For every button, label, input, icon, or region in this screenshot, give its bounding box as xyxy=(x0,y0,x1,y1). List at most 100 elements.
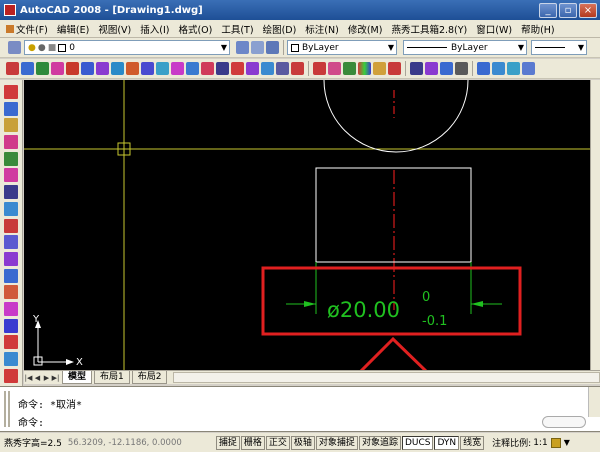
chevron-down-icon[interactable]: ▼ xyxy=(564,438,570,447)
ortho-toggle[interactable]: 正交 xyxy=(265,435,290,450)
menu-modify[interactable]: 修改(M) xyxy=(348,22,383,36)
tool-icon-12[interactable] xyxy=(171,62,184,75)
menu-tools[interactable]: 工具(T) xyxy=(221,22,253,36)
tool-icon-32[interactable] xyxy=(492,62,505,75)
vertical-scrollbar[interactable] xyxy=(590,80,600,370)
tool-icon-13[interactable] xyxy=(186,62,199,75)
tool-icon-30[interactable] xyxy=(455,62,468,75)
tool-icon-1[interactable] xyxy=(6,62,19,75)
prev-tab-icon[interactable]: ◀ xyxy=(33,374,42,382)
tool-icon-4[interactable] xyxy=(51,62,64,75)
ducs-toggle[interactable]: DUCS xyxy=(401,435,434,450)
menu-insert[interactable]: 插入(I) xyxy=(140,22,169,36)
layer-states-icon[interactable] xyxy=(266,41,279,54)
minimize-button[interactable]: _ xyxy=(539,2,557,18)
last-tab-icon[interactable]: ▶| xyxy=(51,374,60,382)
snap-toggle[interactable]: 捕捉 xyxy=(215,435,240,450)
drawing-canvas[interactable]: ø20.00 0 -0.1 Y X xyxy=(24,80,590,370)
tool-icon-31[interactable] xyxy=(477,62,490,75)
tool-icon-l18[interactable] xyxy=(4,368,18,383)
layer-dropdown[interactable]: ● ● ■ 0 ▼ xyxy=(24,40,230,55)
lineweight-toggle[interactable]: 线宽 xyxy=(460,435,485,450)
menu-draw[interactable]: 绘图(D) xyxy=(263,22,297,36)
menu-yanxiu-tools[interactable]: 燕秀工具箱2.8(Y) xyxy=(391,22,467,36)
line-tool-icon[interactable] xyxy=(4,85,18,99)
tab-layout2[interactable]: 布局2 xyxy=(131,371,168,384)
command-prompt[interactable]: 命令: xyxy=(18,414,44,429)
menu-help[interactable]: 帮助(H) xyxy=(521,22,555,36)
tool-icon-5[interactable] xyxy=(66,62,79,75)
tool-icon-19[interactable] xyxy=(276,62,289,75)
first-tab-icon[interactable]: |◀ xyxy=(24,374,33,382)
tool-icon-14[interactable] xyxy=(201,62,214,75)
coordinates-readout[interactable]: 56.3209, -12.1186, 0.0000 xyxy=(68,438,216,448)
tool-icon-18[interactable] xyxy=(261,62,274,75)
layer-manager-icon[interactable] xyxy=(8,41,21,54)
tool-icon-l13[interactable] xyxy=(4,285,18,300)
tool-icon-11[interactable] xyxy=(156,62,169,75)
menu-window[interactable]: 窗口(W) xyxy=(476,22,512,36)
tool-icon-l9[interactable] xyxy=(4,218,18,233)
horizontal-scrollbar[interactable] xyxy=(173,372,600,383)
maximize-button[interactable]: ▫ xyxy=(559,2,577,18)
menu-format[interactable]: 格式(O) xyxy=(178,22,212,36)
tool-icon-2[interactable] xyxy=(21,62,34,75)
tool-icon-26[interactable] xyxy=(388,62,401,75)
command-hscroll[interactable] xyxy=(542,416,586,428)
menu-edit[interactable]: 编辑(E) xyxy=(57,22,89,36)
tool-icon-l7[interactable] xyxy=(4,185,18,200)
menu-dimension[interactable]: 标注(N) xyxy=(305,22,339,36)
command-window[interactable]: 命令: *取消* 命令: xyxy=(0,386,600,432)
close-button[interactable]: × xyxy=(579,2,597,18)
color-palette-icon[interactable] xyxy=(358,62,371,75)
tool-icon-l16[interactable] xyxy=(4,335,18,350)
osnap-toggle[interactable]: 对象捕捉 xyxy=(315,435,358,450)
grid-toggle[interactable]: 栅格 xyxy=(240,435,265,450)
document-icon[interactable] xyxy=(6,24,14,33)
tool-icon-17[interactable] xyxy=(246,62,259,75)
tool-icon-9[interactable] xyxy=(126,62,139,75)
tool-icon-3[interactable] xyxy=(36,62,49,75)
tool-icon-l17[interactable] xyxy=(4,352,18,366)
tool-icon-29[interactable] xyxy=(440,62,453,75)
tool-icon-l14[interactable] xyxy=(4,301,18,316)
tool-icon-l4[interactable] xyxy=(4,135,18,150)
tool-icon-10[interactable] xyxy=(141,62,154,75)
otrack-toggle[interactable]: 对象追踪 xyxy=(358,435,401,450)
tool-icon-6[interactable] xyxy=(81,62,94,75)
tab-model[interactable]: 模型 xyxy=(62,371,93,384)
dyn-toggle[interactable]: DYN xyxy=(434,435,460,450)
tool-icon-21[interactable] xyxy=(313,62,326,75)
linetype-dropdown[interactable]: ByLayer ▼ xyxy=(403,40,527,55)
tool-icon-20[interactable] xyxy=(291,62,304,75)
tool-icon-34[interactable] xyxy=(522,62,535,75)
tool-icon-l10[interactable] xyxy=(4,235,18,250)
annotation-scale-value[interactable]: 1:1 xyxy=(533,438,547,448)
tool-icon-28[interactable] xyxy=(425,62,438,75)
tool-icon-l15[interactable] xyxy=(4,318,18,333)
tool-icon-25[interactable] xyxy=(373,62,386,75)
tool-icon-l5[interactable] xyxy=(4,151,18,166)
menu-view[interactable]: 视图(V) xyxy=(98,22,131,36)
annotation-visibility-icon[interactable] xyxy=(550,437,561,448)
tool-icon-l2[interactable] xyxy=(4,101,18,116)
tool-icon-l3[interactable] xyxy=(4,118,18,133)
tool-icon-8[interactable] xyxy=(111,62,124,75)
autocad-app-icon[interactable] xyxy=(4,4,16,16)
layer-previous-icon[interactable] xyxy=(251,41,264,54)
tool-icon-16[interactable] xyxy=(231,62,244,75)
tool-icon-33[interactable] xyxy=(507,62,520,75)
tab-layout1[interactable]: 布局1 xyxy=(94,371,130,384)
polar-toggle[interactable]: 极轴 xyxy=(290,435,315,450)
menu-file[interactable]: 文件(F) xyxy=(16,22,48,36)
command-scrollbar[interactable] xyxy=(588,387,600,417)
tool-icon-7[interactable] xyxy=(96,62,109,75)
tool-icon-l6[interactable] xyxy=(4,168,18,183)
tool-icon-23[interactable] xyxy=(343,62,356,75)
color-dropdown[interactable]: ByLayer ▼ xyxy=(287,40,397,55)
tool-icon-l8[interactable] xyxy=(4,201,18,216)
lineweight-dropdown[interactable]: ▼ xyxy=(531,40,587,55)
tool-icon-22[interactable] xyxy=(328,62,341,75)
command-window-grip[interactable] xyxy=(4,391,10,427)
tool-icon-27[interactable] xyxy=(410,62,423,75)
